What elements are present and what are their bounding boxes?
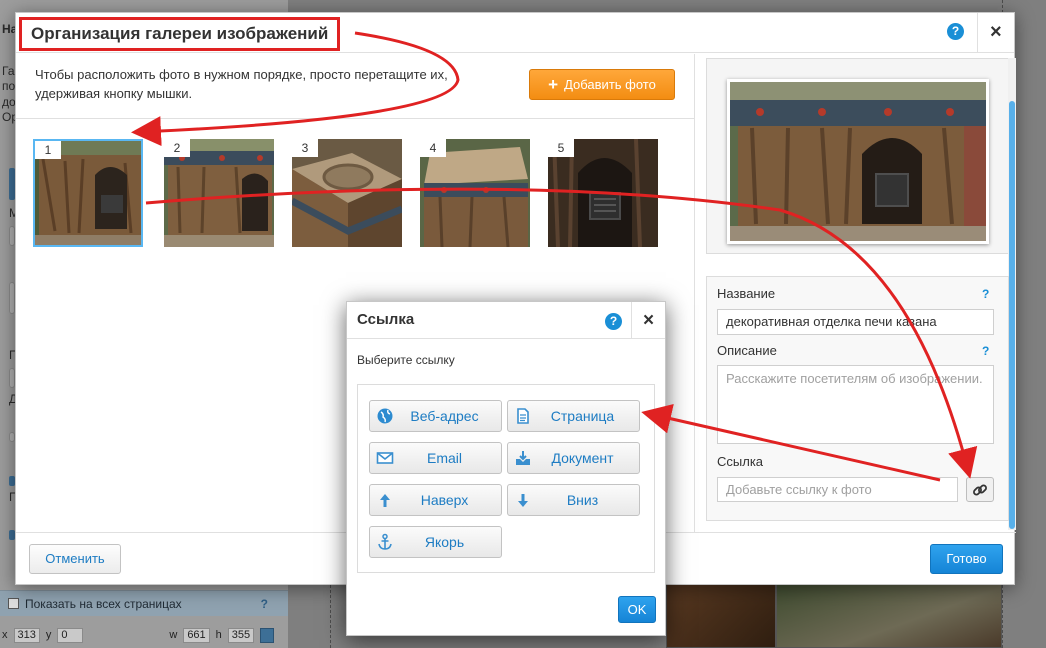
show-all-pages-row[interactable]: Показать на всех страницах ? [0,590,288,616]
help-icon[interactable]: ? [261,597,268,611]
photo-thumbnail[interactable]: 4 [420,139,530,247]
scroll-top-button[interactable]: Наверх [369,484,502,516]
bg-photo [776,580,1002,648]
anchor-icon [378,533,392,550]
arrow-up-icon [380,494,390,507]
x-label: x [2,629,8,641]
close-icon[interactable]: × [643,311,654,331]
link-type-options: Веб-адрес Страница Email Документ Наверх… [357,384,655,573]
name-label: Название [717,286,776,301]
globe-icon [377,408,393,424]
photo-preview [727,79,989,244]
add-photo-label: Добавить фото [564,77,656,92]
photo-description-textarea[interactable]: Расскажите посетителям об изображении. [717,365,994,444]
download-document-icon [516,451,530,465]
h-label: h [215,629,222,641]
page-button[interactable]: Страница [507,400,640,432]
divider [977,13,978,53]
ok-button[interactable]: OK [618,596,656,623]
coordinates-bar: x 313 y 0 w 661 h 355 [0,622,288,648]
lock-ratio-icon[interactable] [260,627,275,643]
help-icon[interactable]: ? [982,344,989,358]
w-label: w [169,629,178,641]
photo-thumbnail[interactable]: 3 [292,139,402,247]
y-field[interactable]: 0 [57,627,84,643]
close-icon[interactable]: × [990,22,1002,42]
chain-link-icon [973,484,987,496]
email-button[interactable]: Email [369,442,502,474]
drag-instruction: Чтобы расположить фото в нужном порядке,… [35,67,448,101]
add-photo-button[interactable]: + Добавить фото [529,69,675,100]
document-label: Документ [551,450,614,466]
photo-link-input[interactable]: Добавьте ссылку к фото [717,477,958,502]
y-label: y [45,629,52,641]
anchor-label: Якорь [424,534,465,550]
web-address-button[interactable]: Веб-адрес [369,400,502,432]
w-field[interactable]: 661 [183,627,210,643]
thumbnail-number: 2 [164,139,190,157]
link-label: Ссылка [717,454,764,469]
scroll-bottom-label: Вниз [566,492,599,508]
scroll-bottom-button[interactable]: Вниз [507,484,640,516]
envelope-icon [376,452,394,464]
photo-preview-panel [706,58,1009,254]
h-field[interactable]: 355 [227,627,255,643]
show-all-pages-label: Показать на всех страницах [25,596,182,611]
page-icon [517,408,529,424]
link-dialog-header: Ссылка ? × [347,302,665,339]
photo-name-input[interactable]: декоративная отделка печи казана [717,309,994,335]
thumbnail-number: 1 [35,141,61,159]
help-icon[interactable]: ? [982,287,989,301]
bg-text-fragment: по [2,79,16,93]
page-label: Страница [550,408,615,424]
help-icon[interactable]: ? [605,313,622,330]
thumbnail-number: 5 [548,139,574,157]
scrollbar-thumb[interactable] [1009,101,1015,529]
stove-photo-large [730,82,986,241]
photo-thumbnail[interactable]: 5 [548,139,658,247]
scroll-top-label: Наверх [420,492,469,508]
x-field[interactable]: 313 [13,627,40,643]
bg-text-fragment: Га [2,64,15,78]
web-address-label: Веб-адрес [410,408,479,424]
guide-line [330,585,331,648]
link-dialog-title: Ссылка [357,311,415,328]
thumbnail-number: 3 [292,139,318,157]
link-dialog: Ссылка ? × Выберите ссылку Веб-адрес Стр… [346,301,666,636]
document-button[interactable]: Документ [507,442,640,474]
done-button[interactable]: Готово [930,544,1003,574]
thumbnail-number: 4 [420,139,446,157]
show-all-pages-checkbox[interactable] [8,598,19,609]
description-label: Описание [717,343,777,358]
divider [694,54,695,532]
email-label: Email [426,450,462,466]
help-icon[interactable]: ? [947,23,964,40]
link-dialog-subtitle: Выберите ссылку [357,353,455,367]
arrow-down-icon [518,494,528,507]
photo-thumbnail[interactable]: 1 [33,139,143,247]
photo-thumbnail[interactable]: 2 [164,139,274,247]
divider [16,118,694,119]
add-link-button[interactable] [966,477,994,502]
dialog-title: Организация галереи изображений [19,17,341,51]
bg-photo [666,580,776,648]
divider [631,302,632,339]
plus-icon: + [548,75,559,94]
anchor-button[interactable]: Якорь [369,526,502,558]
bg-text-fragment: до [2,95,16,109]
cancel-button[interactable]: Отменить [29,544,121,574]
dialog-header: Организация галереи изображений ? × [16,13,1014,53]
